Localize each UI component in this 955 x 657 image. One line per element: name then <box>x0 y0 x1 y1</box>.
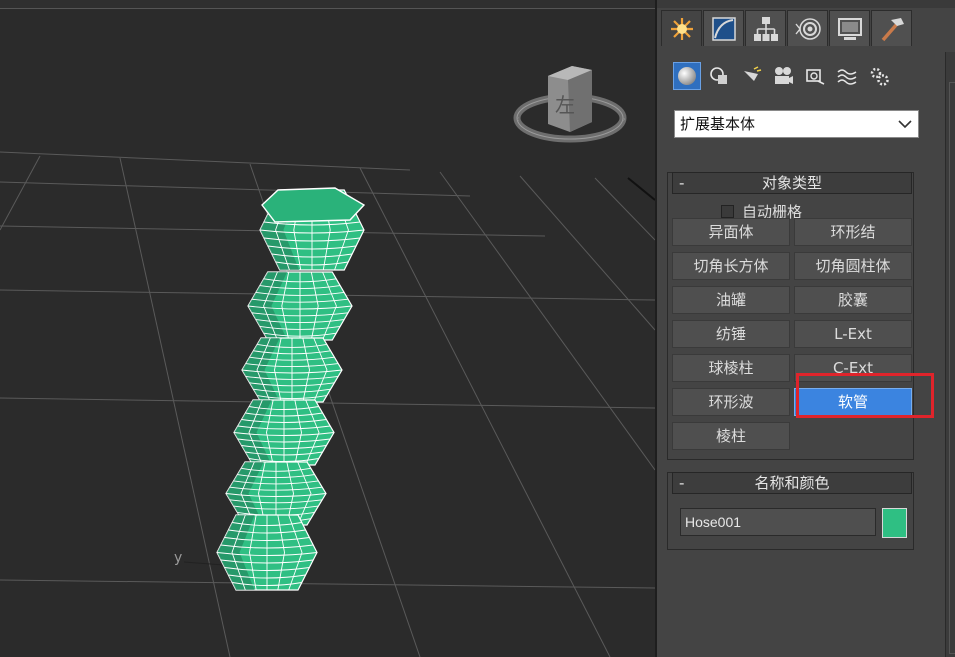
grid-edge <box>627 177 655 201</box>
grid-line <box>594 177 655 241</box>
object-name-input[interactable]: Hose001 <box>680 508 876 536</box>
panel-scroll-rail[interactable] <box>945 52 955 657</box>
shapes-icon <box>710 67 727 84</box>
grid-line <box>439 171 655 471</box>
object-type-button[interactable]: 纺锤 <box>672 320 790 348</box>
category-cameras[interactable] <box>769 62 797 90</box>
object-type-button[interactable]: 异面体 <box>672 218 790 246</box>
object-type-button[interactable]: 切角长方体 <box>672 252 790 280</box>
grid-line <box>0 151 411 171</box>
panel-top-bar <box>657 0 955 8</box>
systems-icon <box>870 67 889 86</box>
grid-line <box>519 175 655 331</box>
geometry-icon <box>678 67 696 85</box>
tab-utilities[interactable] <box>871 10 912 46</box>
motion-icon <box>794 17 821 40</box>
hose-segment <box>233 399 335 466</box>
object-type-button[interactable]: 油罐 <box>672 286 790 314</box>
viewcube[interactable]: 左 ‹ › <box>513 66 627 143</box>
tab-display[interactable] <box>829 10 870 46</box>
object-type-header[interactable]: - 对象类型 <box>672 172 912 194</box>
hose-object <box>216 187 366 591</box>
command-panel: 扩展基本体 - 对象类型 自动栅格 异面体 环形结 切角长方体 切角圆柱体 油罐 胶囊 纺锤… <box>655 0 955 657</box>
tab-hierarchy[interactable] <box>745 10 786 46</box>
category-systems[interactable] <box>865 62 893 90</box>
object-color-swatch[interactable] <box>882 508 907 538</box>
tab-create[interactable] <box>661 10 702 46</box>
category-lights[interactable] <box>737 62 765 90</box>
rollout-title: 名称和颜色 <box>754 474 830 492</box>
utilities-icon <box>881 17 904 41</box>
hierarchy-icon <box>753 16 778 41</box>
name-color-header[interactable]: - 名称和颜色 <box>672 472 912 494</box>
rollout-title: 对象类型 <box>761 174 822 192</box>
object-category-dropdown[interactable]: 扩展基本体 <box>674 110 919 138</box>
create-icon <box>670 17 693 40</box>
object-type-button[interactable]: 胶囊 <box>794 286 912 314</box>
object-type-button[interactable]: L-Ext <box>794 320 912 348</box>
object-type-button[interactable]: 球棱柱 <box>672 354 790 382</box>
grid-line <box>0 181 471 197</box>
collapse-toggle: - <box>679 474 685 492</box>
space-warps-icon <box>837 69 857 85</box>
name-color-rollout: - 名称和颜色 Hose001 <box>667 472 914 550</box>
display-icon <box>837 17 862 40</box>
object-type-button[interactable]: 环形结 <box>794 218 912 246</box>
object-type-button[interactable]: 环形波 <box>672 388 790 416</box>
viewcube-compass-right: › <box>622 114 626 125</box>
viewcube-compass-left: ‹ <box>516 114 520 125</box>
create-categories <box>673 62 893 90</box>
grid-line <box>0 155 41 231</box>
tab-motion[interactable] <box>787 10 828 46</box>
category-space-warps[interactable] <box>833 62 861 90</box>
viewcube-face-label: 左 <box>555 93 575 117</box>
object-type-button[interactable]: 棱柱 <box>672 422 790 450</box>
grid-line <box>0 579 655 589</box>
hose-segment <box>247 271 353 341</box>
grid-line <box>359 167 611 657</box>
hose-top-cap <box>261 187 366 223</box>
checkbox-box <box>721 205 734 218</box>
category-shapes[interactable] <box>705 62 733 90</box>
hose-segment <box>241 337 343 403</box>
grid-line <box>0 397 655 409</box>
modify-icon <box>711 16 736 41</box>
object-type-rollout: - 对象类型 自动栅格 异面体 环形结 切角长方体 切角圆柱体 油罐 胶囊 纺锤 L-Ext 球… <box>667 172 934 460</box>
category-helpers[interactable] <box>801 62 829 90</box>
dropdown-selected-value: 扩展基本体 <box>680 115 756 133</box>
lights-icon <box>744 66 762 81</box>
chevron-down-icon <box>898 120 912 129</box>
hose-segment <box>216 514 318 591</box>
helpers-icon <box>806 69 825 85</box>
category-geometry[interactable] <box>673 62 701 90</box>
collapse-toggle: - <box>679 174 685 192</box>
highlight-annotation <box>796 373 934 418</box>
object-type-button[interactable]: 切角圆柱体 <box>794 252 912 280</box>
perspective-viewport[interactable]: y z 左 ‹ › <box>0 0 655 657</box>
axis-y-label: y <box>174 550 182 566</box>
viewport-scene: y z 左 ‹ › <box>0 66 655 657</box>
tab-modify[interactable] <box>703 10 744 46</box>
cameras-icon <box>775 67 793 84</box>
command-panel-tabs <box>661 10 912 48</box>
